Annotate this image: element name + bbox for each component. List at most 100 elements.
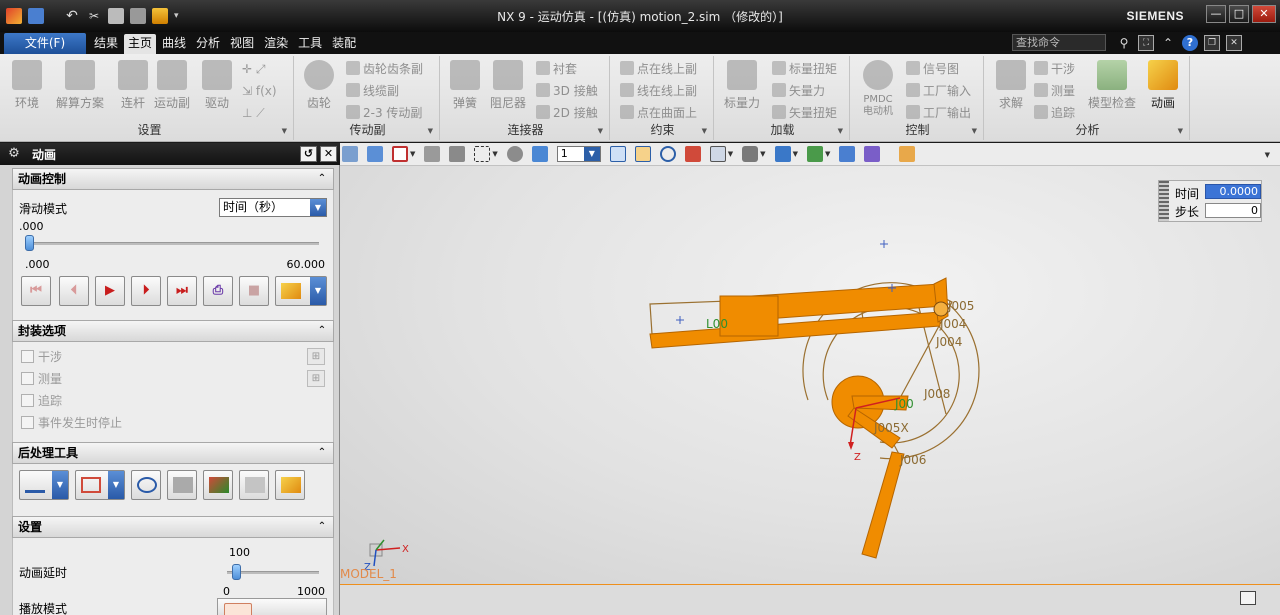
joint-button[interactable]: 运动副 [154,60,190,111]
show-hide-icon[interactable] [806,146,823,162]
animation-export-button[interactable] [275,470,305,500]
gear-button[interactable]: 齿轮 [304,60,334,111]
damper-button[interactable]: 阻尼器 [490,60,526,111]
two-three-coupler-button[interactable]: 2-3 传动副 [346,104,422,122]
chevron-down-icon[interactable]: ▼ [760,150,765,158]
search-icon[interactable]: ⚲ [1116,35,1132,51]
tab-render[interactable]: 渲染 [260,34,292,54]
solution-button[interactable]: 解算方案 [56,60,104,111]
ruler-icon[interactable] [899,146,916,162]
gear-icon[interactable]: ⚙ [6,146,22,162]
section-header[interactable]: 后处理工具 ⌃ [12,442,334,464]
render-style-icon[interactable] [742,146,759,162]
toolbar-options-icon[interactable]: ▼ [1265,151,1270,159]
record-animation-button[interactable]: ⎙ [203,276,233,306]
fit-window-icon[interactable]: ⛶ [1138,35,1154,51]
graph-tool-button[interactable] [131,470,161,500]
curve-on-curve-button[interactable]: 线在线上副 [620,82,697,100]
collapse-ribbon-icon[interactable]: ⌃ [1160,35,1176,51]
rectangle-select-icon[interactable] [474,146,491,162]
slide-mode-select[interactable]: 时间（秒） ▼ [219,198,327,217]
environment-button[interactable]: 环境 [12,60,42,111]
clip-section-icon[interactable] [864,146,881,162]
collapse-icon[interactable]: ⌃ [314,171,330,187]
tab-results[interactable]: 结果 [90,34,122,54]
interference-settings-icon[interactable]: ⊞ [307,348,325,365]
trace-button[interactable]: 追踪 [1034,104,1075,122]
delay-slider-thumb[interactable] [232,564,242,580]
rack-pinion-button[interactable]: 齿轮齿条副 [346,60,423,78]
cable-button[interactable]: 线缆副 [346,82,399,100]
contact-3d-button[interactable]: 3D 接触 [536,82,598,100]
function-icon[interactable]: ⇲ f(x) [242,82,277,100]
cube-icon[interactable] [531,146,548,162]
snapshot-tool-button[interactable] [239,470,269,500]
vector-torque-button[interactable]: 矢量扭矩 [772,104,837,122]
playback-options-button[interactable]: ▼ [275,276,327,306]
link-button[interactable]: 连杆 [118,60,148,111]
group-expand-icon[interactable]: ▼ [1178,127,1183,135]
bushing-button[interactable]: 衬套 [536,60,577,78]
full-screen-icon[interactable] [1240,591,1256,605]
trace-tool-button[interactable] [203,470,233,500]
selection-filter-icon[interactable] [342,146,358,162]
measure-tool-dropdown[interactable]: ▼ [19,470,69,500]
interference-button[interactable]: 干涉 [1034,60,1075,78]
minimize-button[interactable]: — [1206,5,1226,23]
point-on-curve-button[interactable]: 点在线上副 [620,60,697,78]
animation-slider-track[interactable] [29,242,319,245]
group-expand-icon[interactable]: ▼ [838,127,843,135]
collapse-icon[interactable]: ⌃ [314,445,330,461]
fast-forward-button[interactable]: ⏭ [167,276,197,306]
mass-icon[interactable]: ⊥ ⟋ [242,104,265,122]
tab-view[interactable]: 视图 [226,34,258,54]
tab-tools[interactable]: 工具 [294,34,326,54]
rotate-icon[interactable] [659,146,676,162]
body-icon[interactable] [506,146,523,162]
section-header[interactable]: 封装选项 ⌃ [12,320,334,342]
lasso-icon[interactable] [424,146,441,162]
reset-dialog-button[interactable]: ↺ [300,146,317,162]
plant-output-button[interactable]: 工厂输出 [906,104,971,122]
play-button[interactable]: ▶ [95,276,125,306]
chevron-down-icon[interactable]: ▼ [492,150,497,158]
close-document-icon[interactable]: ✕ [1226,35,1242,51]
spring-button[interactable]: 弹簧 [450,60,480,111]
section-header[interactable]: 设置 ⌃ [12,516,334,538]
measure-button[interactable]: 测量 [1034,82,1075,100]
stop-button[interactable]: ■ [239,276,269,306]
group-expand-icon[interactable]: ▼ [598,127,603,135]
tab-curve[interactable]: 曲线 [158,34,190,54]
contact-2d-button[interactable]: 2D 接触 [536,104,598,122]
trace-checkbox[interactable]: 追踪 [21,392,62,410]
layer-select[interactable]: 1 ▼ [556,146,601,162]
scalar-torque-button[interactable]: 标量扭矩 [772,60,837,78]
tab-home[interactable]: 主页 [124,34,157,54]
section-header[interactable]: 动画控制 ⌃ [12,168,334,190]
pan-icon[interactable] [684,146,701,162]
measure-settings-icon[interactable]: ⊞ [307,370,325,387]
select-box-icon[interactable] [392,146,408,162]
chevron-down-icon[interactable]: ▼ [410,150,415,158]
maximize-button[interactable]: □ [1229,5,1249,23]
model-check-button[interactable]: 模型检查 [1088,60,1136,111]
signal-chart-button[interactable]: 信号图 [906,60,959,78]
group-expand-icon[interactable]: ▼ [428,127,433,135]
orient-view-icon[interactable] [709,146,726,162]
chevron-down-icon[interactable]: ▼ [728,150,733,158]
solve-button[interactable]: 求解 [996,60,1026,111]
collapse-icon[interactable]: ⌃ [314,519,330,535]
point-on-surface-button[interactable]: 点在曲面上 [620,104,697,122]
marker-tool-dropdown[interactable]: ▼ [75,470,125,500]
playback-mode-select[interactable] [217,598,327,615]
animation-slider-thumb[interactable] [25,235,34,251]
measure-checkbox[interactable]: 测量 [21,370,62,388]
group-expand-icon[interactable]: ▼ [972,127,977,135]
chain-select-icon[interactable] [449,146,466,162]
fit-icon[interactable] [609,146,626,162]
snap-icon[interactable] [367,146,383,162]
chevron-down-icon[interactable]: ▼ [793,150,798,158]
help-icon[interactable]: ? [1182,35,1198,51]
time-field[interactable]: 0.0000 [1205,184,1261,199]
pmdc-motor-button[interactable]: PMDC 电动机 [858,60,898,118]
